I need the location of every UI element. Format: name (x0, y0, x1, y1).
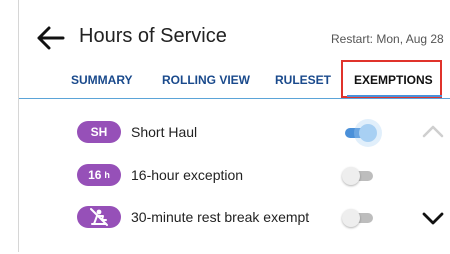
16-hour-badge-unit: h (104, 170, 110, 180)
toggle-knob (359, 124, 377, 142)
hos-panel: Hours of Service Restart: Mon, Aug 28 SU… (18, 0, 450, 252)
toggle-knob (342, 167, 360, 185)
tab-rolling-view[interactable]: ROLLING VIEW (162, 73, 250, 87)
rest-break-badge (77, 206, 121, 228)
back-button[interactable] (33, 22, 67, 54)
tab-selection-highlight (341, 60, 442, 98)
short-haul-badge: SH (77, 121, 121, 143)
no-rest-break-icon (90, 208, 108, 226)
arrow-left-icon (37, 26, 65, 50)
rest-break-label: 30-minute rest break exempt (131, 209, 310, 225)
tab-summary[interactable]: SUMMARY (71, 73, 133, 87)
chevron-up-icon (422, 125, 444, 138)
scroll-down-button[interactable] (421, 210, 445, 228)
16-hour-badge: 16 h (77, 164, 121, 186)
exemption-row-short-haul: SH Short Haul (19, 116, 450, 150)
page-title: Hours of Service (79, 25, 227, 47)
short-haul-label: Short Haul (131, 124, 198, 140)
16-hour-label: 16-hour exception (131, 167, 244, 183)
rest-break-toggle[interactable] (342, 209, 377, 227)
tab-divider (19, 98, 450, 99)
restart-status: Restart: Mon, Aug 28 (331, 32, 444, 46)
active-tab-indicator (347, 95, 442, 97)
16-hour-toggle[interactable] (342, 167, 377, 185)
short-haul-toggle[interactable] (343, 124, 377, 142)
chevron-down-icon (422, 212, 444, 225)
toggle-knob (342, 209, 360, 227)
tab-ruleset[interactable]: RULESET (275, 73, 331, 87)
scroll-up-button[interactable] (421, 122, 445, 140)
exemption-row-16-hour: 16 h 16-hour exception (19, 158, 450, 192)
16-hour-badge-number: 16 (88, 168, 102, 182)
exemption-row-rest-break: 30-minute rest break exempt (19, 200, 450, 234)
